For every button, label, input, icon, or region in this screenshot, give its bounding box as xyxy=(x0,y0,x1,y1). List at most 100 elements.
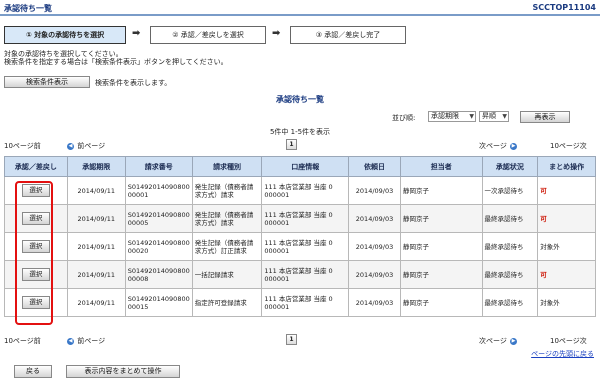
instructions: 対象の承認待ちを選択してください。 検索条件を指定する場合は「検索条件表示」ボタ… xyxy=(4,50,228,66)
step-arrow-icon: ➡ xyxy=(272,28,281,39)
bulk-op-cell: 可 xyxy=(537,260,596,289)
page-title: 承認待ち一覧 xyxy=(4,4,52,13)
account-cell: 111 本店営業部 当座 0 000001 xyxy=(261,260,350,289)
column-header: 担当者 xyxy=(399,156,483,177)
step-1: ① 対象の承認待ちを選択 xyxy=(4,26,126,44)
column-header: 承認状況 xyxy=(481,156,539,177)
search-status-text: 検索条件を表示します。 xyxy=(95,79,172,87)
bulk-op-cell: 対象外 xyxy=(537,232,596,261)
chevron-down-icon: ▼ xyxy=(469,113,474,120)
person-cell: 静岡京子 xyxy=(399,232,483,261)
select-button[interactable]: 選択 xyxy=(21,240,50,253)
page-number-button[interactable]: 1 xyxy=(286,139,297,150)
sort-controls: 並び順: 承認期限 ▼ 昇順 ▼ 再表示 xyxy=(392,111,582,123)
request-type-cell: 発生記録（債務者請求方式）訂正請求 xyxy=(191,232,263,261)
instruction-line-2: 検索条件を指定する場合は「検索条件表示」ボタンを押してください。 xyxy=(4,58,228,66)
sort-order-select[interactable]: 昇順 ▼ xyxy=(479,111,509,122)
person-cell: 静岡京子 xyxy=(399,260,483,289)
request-date-cell: 2014/09/03 xyxy=(348,260,401,289)
person-cell: 静岡京子 xyxy=(399,204,483,233)
request-date-cell: 2014/09/03 xyxy=(348,232,401,261)
next-page-link[interactable]: 次ページ ▶ xyxy=(479,141,518,151)
page-number-button[interactable]: 1 xyxy=(286,334,297,345)
table-row: 選択 2014/09/11 S01492014090800 00015 指定許可… xyxy=(4,288,596,317)
screen-code: SCCTOP11104 xyxy=(532,3,596,12)
list-title: 承認待ち一覧 xyxy=(276,95,324,104)
deadline-cell: 2014/09/11 xyxy=(66,232,126,261)
column-header: 請求種別 xyxy=(191,156,263,177)
page-header: 承認待ち一覧 SCCTOP11104 xyxy=(0,0,600,16)
step-arrow-icon: ➡ xyxy=(132,28,141,39)
table-row: 選択 2014/09/11 S01492014090800 00005 発生記録… xyxy=(4,204,596,233)
status-cell: 一次承認待ち xyxy=(481,176,539,205)
sort-key-select[interactable]: 承認期限 ▼ xyxy=(428,111,476,122)
status-cell: 最終承認待ち xyxy=(481,204,539,233)
account-cell: 111 本店営業部 当座 0 000001 xyxy=(261,288,350,317)
prev-10-pages-link[interactable]: 10ページ前 xyxy=(4,336,41,346)
arrow-left-icon: ◀ xyxy=(67,142,74,150)
request-number-cell: S01492014090800 00005 xyxy=(124,204,193,233)
table-row: 選択 2014/09/11 S01492014090800 00020 発生記録… xyxy=(4,232,596,261)
instruction-line-1: 対象の承認待ちを選択してください。 xyxy=(4,50,123,58)
prev-page-link[interactable]: ◀ 前ページ xyxy=(66,141,105,151)
step-indicator: ① 対象の承認待ちを選択 ➡ ② 承認／差戻しを選択 ➡ ③ 承認／差戻し完了 xyxy=(4,26,444,44)
request-number-cell: S01492014090800 00001 xyxy=(124,176,193,205)
select-button[interactable]: 選択 xyxy=(21,184,50,197)
request-date-cell: 2014/09/03 xyxy=(348,176,401,205)
deadline-cell: 2014/09/11 xyxy=(66,176,126,205)
arrow-left-icon: ◀ xyxy=(67,337,74,345)
arrow-right-icon: ▶ xyxy=(510,337,518,345)
status-cell: 最終承認待ち xyxy=(481,232,539,261)
back-to-top-link[interactable]: ページの先頭に戻る xyxy=(531,349,594,359)
bulk-op-cell: 対象外 xyxy=(537,288,596,317)
request-number-cell: S01492014090800 00008 xyxy=(124,260,193,289)
column-header: まとめ操作 xyxy=(537,156,596,177)
column-header: 承認／差戻し xyxy=(4,156,68,177)
request-date-cell: 2014/09/03 xyxy=(348,288,401,317)
next-10-pages-link[interactable]: 10ページ次 xyxy=(550,336,587,346)
select-button[interactable]: 選択 xyxy=(21,268,50,281)
status-cell: 最終承認待ち xyxy=(481,260,539,289)
column-header: 請求番号 xyxy=(124,156,193,177)
account-cell: 111 本店営業部 当座 0 000001 xyxy=(261,176,350,205)
next-10-pages-link[interactable]: 10ページ次 xyxy=(550,141,587,151)
table-row: 選択 2014/09/11 S01492014090800 00008 一括記録… xyxy=(4,260,596,289)
deadline-cell: 2014/09/11 xyxy=(66,204,126,233)
result-count: 5件中 1-5件を表示 xyxy=(269,128,331,136)
arrow-right-icon: ▶ xyxy=(510,142,518,150)
request-number-cell: S01492014090800 00015 xyxy=(124,288,193,317)
pager-bottom: 10ページ前 ◀ 前ページ 1 次ページ ▶ 10ページ次 xyxy=(0,334,600,346)
request-type-cell: 発生記録（債務者請求方式）請求 xyxy=(191,204,263,233)
back-button[interactable]: 戻る xyxy=(14,365,52,378)
deadline-cell: 2014/09/11 xyxy=(66,260,126,289)
account-cell: 111 本店営業部 当座 0 000001 xyxy=(261,204,350,233)
person-cell: 静岡京子 xyxy=(399,288,483,317)
person-cell: 静岡京子 xyxy=(399,176,483,205)
bulk-operation-button[interactable]: 表示内容をまとめて操作 xyxy=(66,365,180,378)
sort-label: 並び順: xyxy=(392,114,416,122)
column-header[interactable]: 承認期限 xyxy=(66,156,126,177)
request-type-cell: 一括記録請求 xyxy=(191,260,263,289)
bulk-op-cell: 可 xyxy=(537,204,596,233)
redisplay-button[interactable]: 再表示 xyxy=(520,111,570,123)
show-search-conditions-button[interactable]: 検索条件表示 xyxy=(4,76,90,88)
select-button[interactable]: 選択 xyxy=(21,212,50,225)
request-date-cell: 2014/09/03 xyxy=(348,204,401,233)
table-header-row: 承認／差戻し 承認期限 請求番号 請求種別 口座情報 依頼日 担当者 承認状況 … xyxy=(4,156,596,177)
next-page-link[interactable]: 次ページ ▶ xyxy=(479,336,518,346)
approval-table: 承認／差戻し 承認期限 請求番号 請求種別 口座情報 依頼日 担当者 承認状況 … xyxy=(4,156,596,317)
column-header: 口座情報 xyxy=(261,156,350,177)
step-2: ② 承認／差戻しを選択 xyxy=(150,26,266,44)
prev-page-link[interactable]: ◀ 前ページ xyxy=(66,336,105,346)
status-cell: 最終承認待ち xyxy=(481,288,539,317)
select-button[interactable]: 選択 xyxy=(21,296,50,309)
chevron-down-icon: ▼ xyxy=(502,113,507,120)
bulk-op-cell: 可 xyxy=(537,176,596,205)
prev-10-pages-link[interactable]: 10ページ前 xyxy=(4,141,41,151)
pager-top: 10ページ前 ◀ 前ページ 1 次ページ ▶ 10ページ次 xyxy=(0,139,600,151)
request-type-cell: 発生記録（債務者請求方式）請求 xyxy=(191,176,263,205)
table-row: 選択 2014/09/11 S01492014090800 00001 発生記録… xyxy=(4,176,596,205)
account-cell: 111 本店営業部 当座 0 000001 xyxy=(261,232,350,261)
column-header: 依頼日 xyxy=(348,156,401,177)
request-type-cell: 指定許可登録請求 xyxy=(191,288,263,317)
